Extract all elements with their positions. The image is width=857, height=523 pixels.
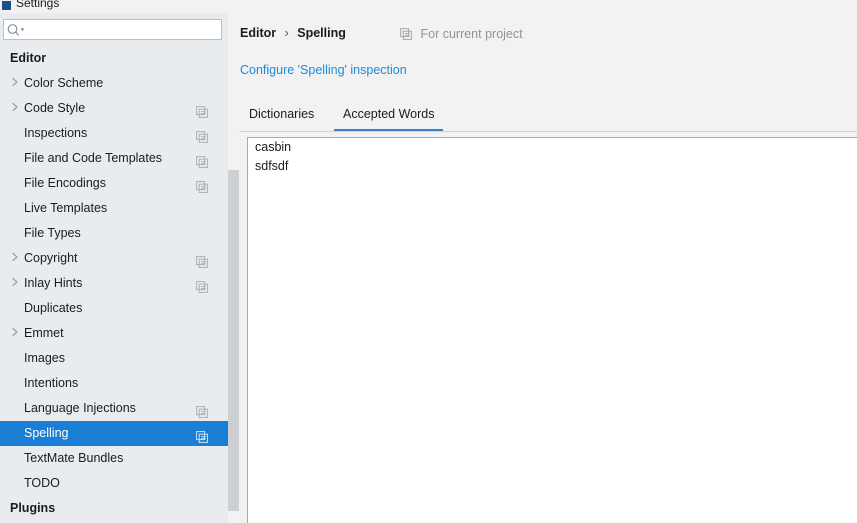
sidebar-item-intentions[interactable]: Intentions [0,371,228,396]
sidebar-item-label: Live Templates [24,201,108,215]
copy-settings-icon[interactable] [196,427,208,443]
sidebar-item-label: Emmet [24,326,64,340]
window-title: Settings [16,0,60,10]
tabs-divider [239,131,857,132]
sidebar-item-label: File Encodings [24,176,106,190]
copy-settings-icon[interactable] [196,252,208,268]
sidebar-item-editor[interactable]: Editor [0,46,228,71]
search-icon [6,23,28,37]
sidebar-item-label: Plugins [10,501,56,515]
sidebar-item-label: File and Code Templates [24,151,163,165]
sidebar-item-label: Color Scheme [24,76,104,90]
scope-label-text: For current project [420,27,523,41]
sidebar-item-spelling[interactable]: Spelling [0,421,228,446]
sidebar-item-file-types[interactable]: File Types [0,221,228,246]
sidebar-item-label: Images [24,351,65,365]
sidebar-item-label: Language Injections [24,401,136,415]
settings-tabs: Dictionaries Accepted Words [239,101,857,132]
tab-dictionaries[interactable]: Dictionaries [249,101,314,132]
breadcrumb-separator-icon: › [284,26,289,40]
tab-label: Dictionaries [249,107,315,121]
sidebar-item-label: Editor [10,51,47,65]
title-bar: Settings [0,0,857,13]
sidebar-item-label: TODO [24,476,60,490]
sidebar-item-todo[interactable]: TODO [0,471,228,496]
breadcrumb-root[interactable]: Editor [240,26,276,40]
sidebar-item-file-encodings[interactable]: File Encodings [0,171,228,196]
project-scope-icon [400,27,412,40]
sidebar-item-label: Duplicates [24,301,83,315]
copy-settings-icon[interactable] [196,277,208,293]
list-item[interactable]: sdfsdf [248,157,857,176]
sidebar-item-live-templates[interactable]: Live Templates [0,196,228,221]
chevron-right-icon[interactable] [10,321,20,346]
settings-dialog: Settings Editor Color Scheme Code Style Ins… [0,0,857,523]
settings-content-pane: Editor › Spelling For current project Co… [239,13,857,523]
scope-indicator: For current project [400,25,523,43]
breadcrumb-current: Spelling [297,26,346,40]
sidebar-item-inlay-hints[interactable]: Inlay Hints [0,271,228,296]
sidebar-item-copyright[interactable]: Copyright [0,246,228,271]
sidebar-item-label: Copyright [24,251,78,265]
copy-settings-icon[interactable] [196,127,208,143]
sidebar-item-emmet[interactable]: Emmet [0,321,228,346]
search-input[interactable] [28,20,222,41]
sidebar-item-label: Code Style [24,101,86,115]
chevron-right-icon[interactable] [10,96,20,121]
sidebar-scrollbar-thumb[interactable] [228,170,239,511]
sidebar-item-label: Intentions [24,376,79,390]
sidebar-item-language-injections[interactable]: Language Injections [0,396,228,421]
sidebar-item-color-scheme[interactable]: Color Scheme [0,71,228,96]
chevron-right-icon[interactable] [10,246,20,271]
copy-settings-icon[interactable] [196,177,208,193]
sidebar-item-file-and-code-templates[interactable]: File and Code Templates [0,146,228,171]
search-field[interactable] [3,19,222,41]
sidebar-item-duplicates[interactable]: Duplicates [0,296,228,321]
sidebar-item-images[interactable]: Images [0,346,228,371]
sidebar-item-textmate-bundles[interactable]: TextMate Bundles [0,446,228,471]
accepted-words-list[interactable]: casbin sdfsdf [247,137,857,523]
chevron-right-icon[interactable] [10,71,20,96]
sidebar-item-inspections[interactable]: Inspections [0,121,228,146]
list-item[interactable]: casbin [248,138,857,157]
settings-sidebar: Editor Color Scheme Code Style Inspections F… [0,13,228,523]
sidebar-item-code-style[interactable]: Code Style [0,96,228,121]
sidebar-item-label: File Types [24,226,81,240]
tab-accepted-words[interactable]: Accepted Words [333,101,445,132]
tab-label: Accepted Words [343,107,435,121]
sidebar-item-plugins[interactable]: Plugins [0,496,228,521]
configure-inspection-link[interactable]: Configure 'Spelling' inspection [240,61,407,79]
settings-tree: Editor Color Scheme Code Style Inspections F… [0,46,228,523]
sidebar-item-label: Inspections [24,126,88,140]
sidebar-item-label: TextMate Bundles [24,451,124,465]
app-icon [2,1,11,10]
copy-settings-icon[interactable] [196,102,208,118]
chevron-right-icon[interactable] [10,271,20,296]
copy-settings-icon[interactable] [196,402,208,418]
sidebar-item-label: Spelling [24,426,69,440]
copy-settings-icon[interactable] [196,152,208,168]
breadcrumb: Editor › Spelling [240,24,346,42]
sidebar-item-label: Inlay Hints [24,276,83,290]
